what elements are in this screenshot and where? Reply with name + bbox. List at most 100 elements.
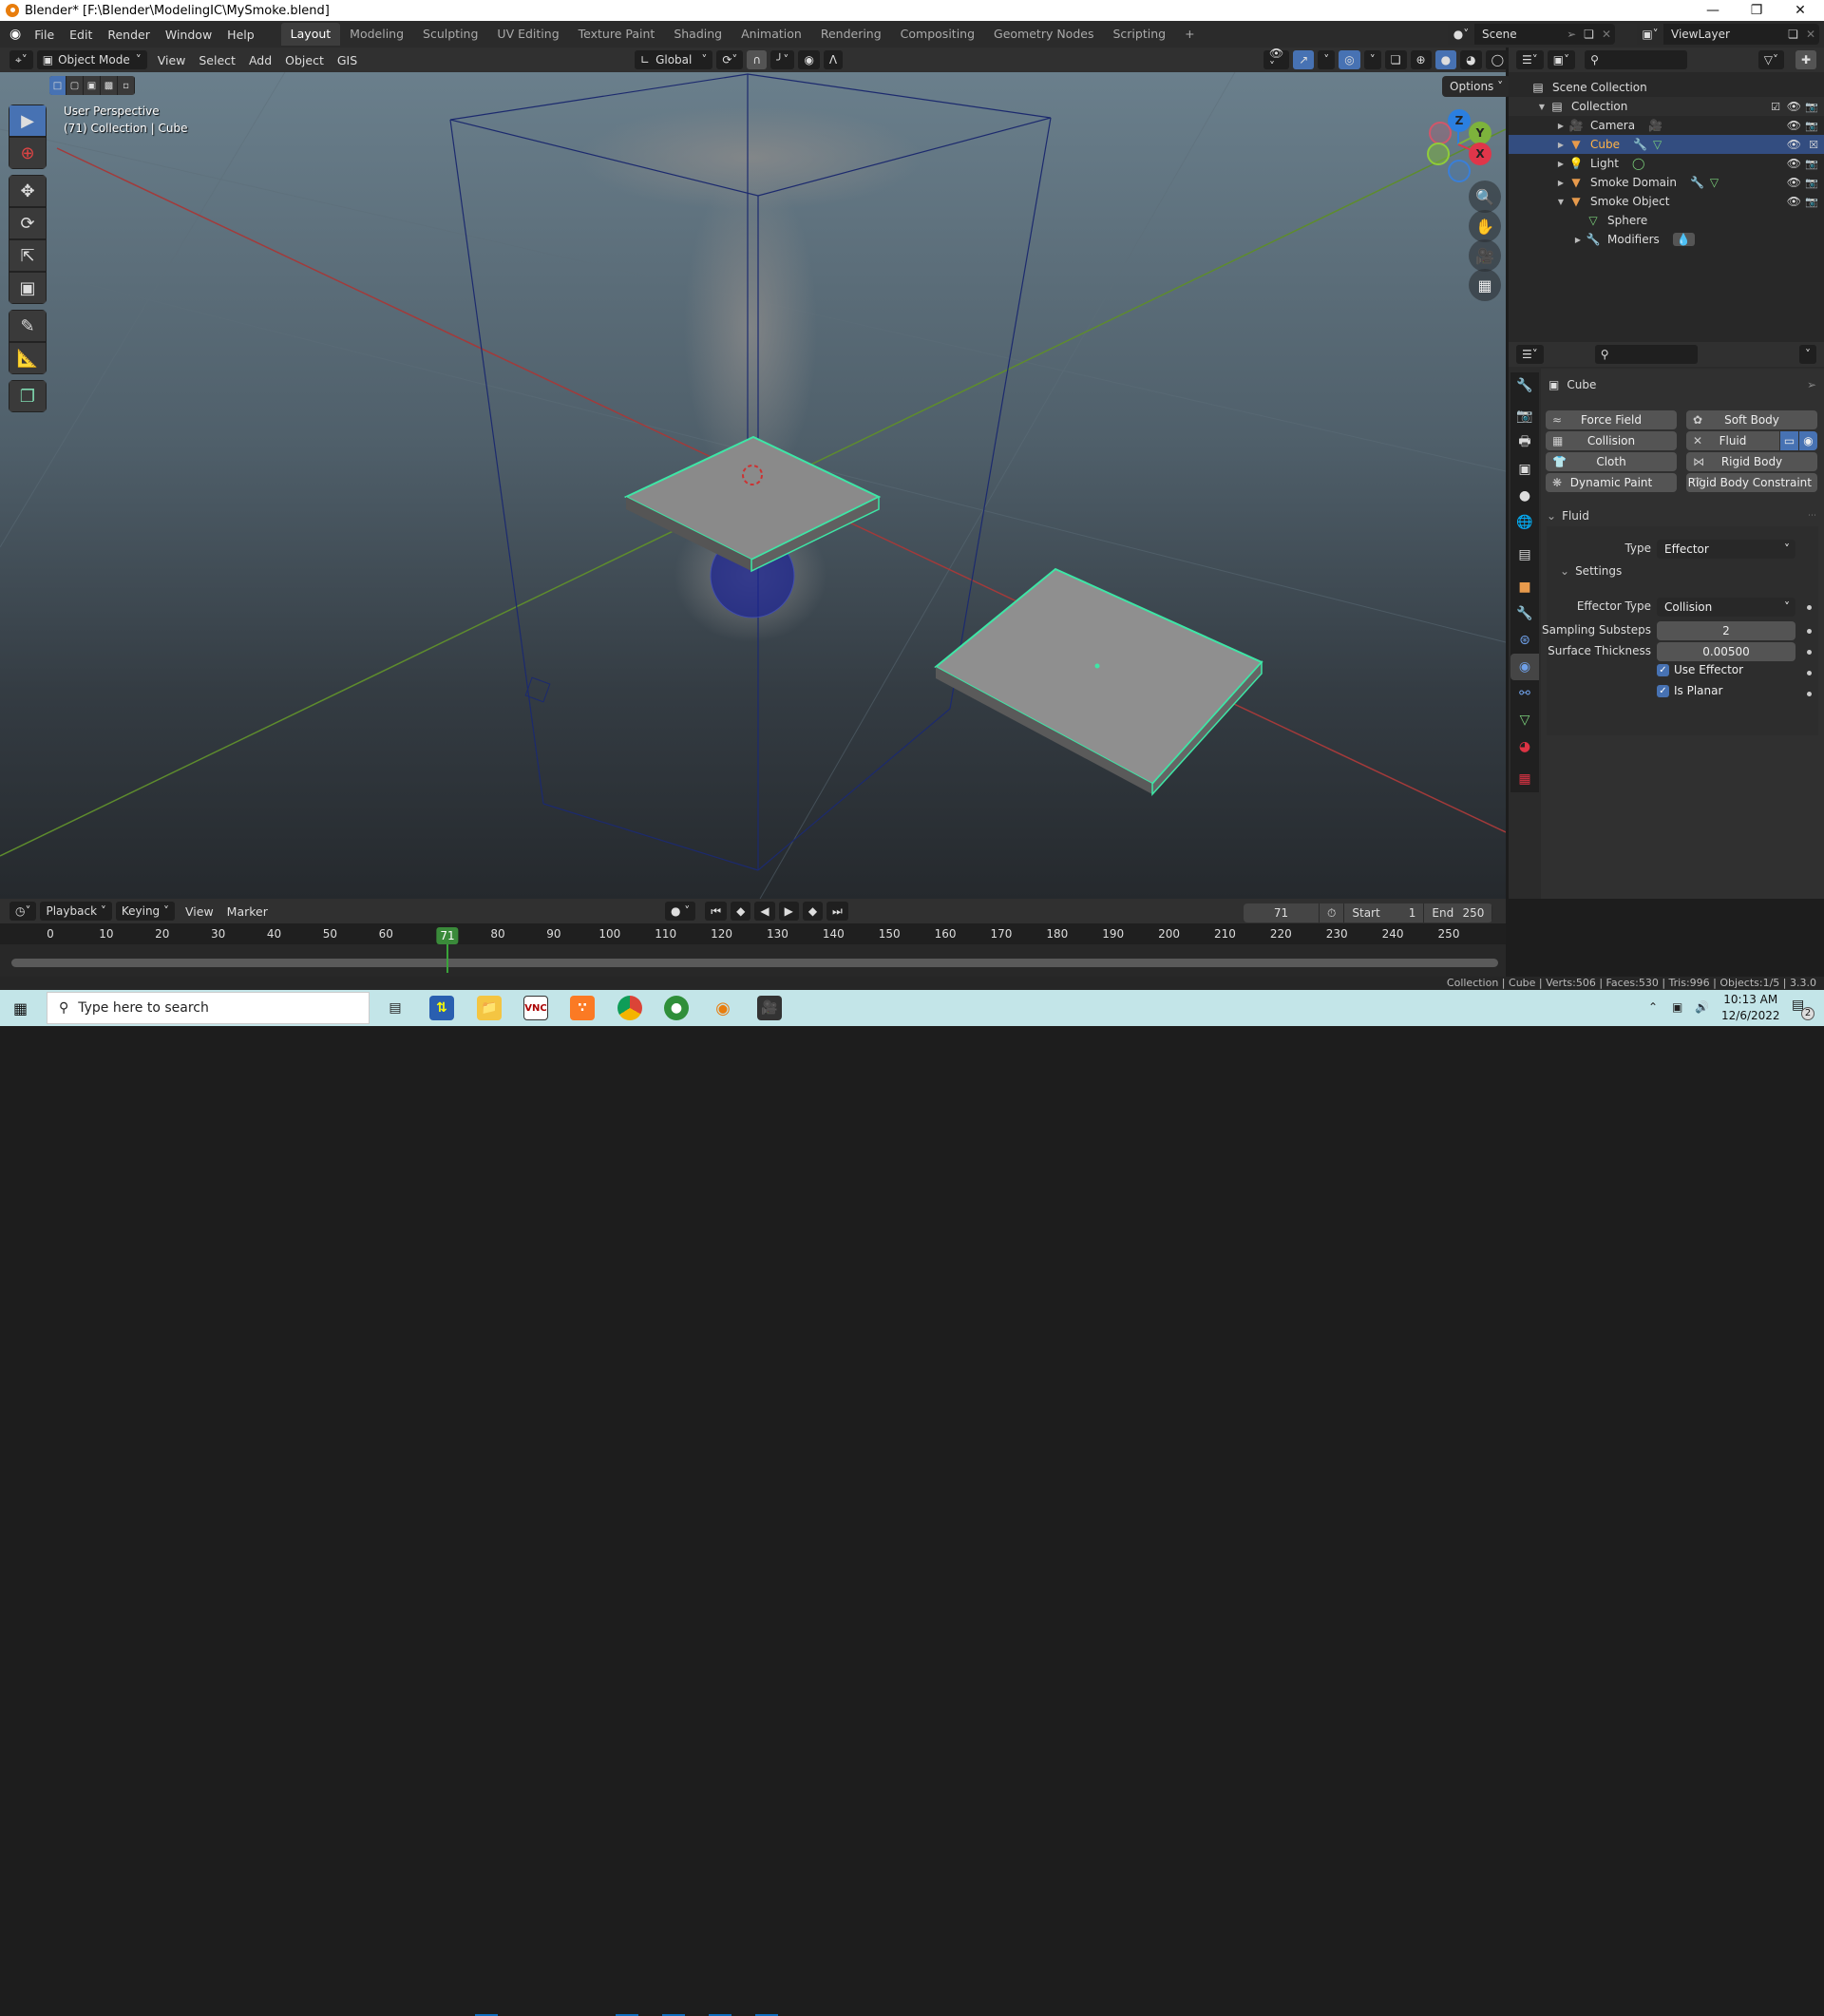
green-app-icon[interactable]: ● bbox=[664, 996, 689, 1020]
shading-solid[interactable]: ● bbox=[1434, 50, 1457, 69]
menu-select[interactable]: Select bbox=[192, 53, 242, 67]
restore-button[interactable]: ❐ bbox=[1735, 0, 1778, 21]
tab-compositing[interactable]: Compositing bbox=[891, 23, 984, 46]
auto-keying-toggle[interactable]: ● ˅ bbox=[665, 902, 696, 921]
ortho-toggle-button[interactable]: ▦ bbox=[1469, 269, 1501, 301]
light-data-icon[interactable]: ◯ bbox=[1632, 157, 1644, 170]
minimize-button[interactable]: — bbox=[1691, 0, 1735, 21]
stopwatch-icon[interactable]: ⏱ bbox=[1320, 903, 1345, 922]
cursor-tool[interactable]: ⊕ bbox=[9, 137, 47, 169]
outliner-item-smoke-object[interactable]: ▼ ▼ Smoke Object 👁 📷 bbox=[1509, 192, 1824, 211]
sampling-substeps-field[interactable]: 2 bbox=[1657, 621, 1796, 640]
outliner-item-collection[interactable]: ▼ ▤ Collection ☑ 👁 📷 bbox=[1509, 97, 1824, 116]
outliner-item-modifiers[interactable]: ▶ 🔧 Modifiers 💧 bbox=[1509, 230, 1824, 249]
menu-render[interactable]: Render bbox=[100, 28, 158, 42]
delete-scene-icon[interactable]: ✕ bbox=[1598, 28, 1615, 41]
outliner-item-sphere[interactable]: ▽ Sphere bbox=[1509, 211, 1824, 230]
meet-now-icon[interactable]: ▣ bbox=[1672, 1000, 1682, 1014]
pin-icon[interactable]: ➢ bbox=[1807, 378, 1816, 391]
jump-start-button[interactable]: ⏮ bbox=[705, 902, 728, 921]
play-button[interactable]: ▶ bbox=[778, 902, 799, 921]
render-camera-icon[interactable]: 📷 bbox=[1805, 196, 1818, 208]
render-camera-icon[interactable]: 📷 bbox=[1805, 158, 1818, 170]
menu-help[interactable]: Help bbox=[219, 28, 262, 42]
select-extend-icon[interactable]: ▢ bbox=[66, 76, 84, 95]
select-intersect-icon[interactable]: ▫ bbox=[118, 76, 135, 95]
annotate-tool[interactable]: ✎ bbox=[9, 310, 47, 342]
rotate-tool[interactable]: ⟳ bbox=[9, 207, 47, 239]
select-new-icon[interactable]: □ bbox=[49, 76, 66, 95]
expand-icon[interactable]: ▼ bbox=[1535, 103, 1548, 111]
menu-file[interactable]: File bbox=[27, 28, 62, 42]
gizmo-y-axis[interactable]: Y bbox=[1469, 122, 1492, 144]
tab-object[interactable]: ■ bbox=[1510, 574, 1539, 600]
expand-icon[interactable]: ▶ bbox=[1554, 160, 1568, 168]
outliner-search-input[interactable]: ⚲ bbox=[1585, 50, 1688, 69]
taskbar-clock[interactable]: 10:13 AM 12/6/2022 bbox=[1721, 992, 1780, 1024]
taskbar-search-input[interactable]: ⚲ Type here to search bbox=[47, 992, 370, 1024]
zoom-view-button[interactable]: 🔍 bbox=[1469, 181, 1501, 213]
fluid-type-dropdown[interactable]: Effector ˅ bbox=[1657, 540, 1796, 559]
shading-rendered[interactable]: ◯ bbox=[1485, 50, 1510, 69]
windows-start-icon[interactable]: ▦ bbox=[13, 999, 28, 1018]
timeline-scrollbar[interactable] bbox=[11, 959, 1498, 967]
menu-window[interactable]: Window bbox=[158, 28, 219, 42]
tab-uv-editing[interactable]: UV Editing bbox=[487, 23, 568, 46]
tab-data[interactable]: ▽ bbox=[1510, 707, 1539, 733]
gizmo-x-axis[interactable]: X bbox=[1469, 143, 1492, 165]
tab-layout[interactable]: Layout bbox=[280, 23, 341, 46]
move-tool[interactable]: ✥ bbox=[9, 175, 47, 207]
new-scene-icon[interactable]: ❏ bbox=[1580, 28, 1598, 41]
is-planar-checkbox[interactable]: ✓ Is Planar bbox=[1657, 684, 1722, 697]
select-subtract-icon[interactable]: ▣ bbox=[84, 76, 101, 95]
transform-orientation-dropdown[interactable]: ∟ Global ˅ bbox=[635, 50, 713, 69]
tab-scene[interactable]: ● bbox=[1510, 483, 1539, 509]
cloth-button[interactable]: 👕 Cloth bbox=[1546, 452, 1677, 471]
outliner-item-camera[interactable]: ▶ 🎥 Camera 🎥 👁 📷 bbox=[1509, 116, 1824, 135]
tab-tool[interactable]: 🔧 bbox=[1510, 372, 1539, 399]
effector-type-dropdown[interactable]: Collision ˅ bbox=[1657, 598, 1796, 617]
pivot-point-dropdown[interactable]: ⟳˅ bbox=[716, 50, 744, 69]
pin-icon[interactable]: ➢ bbox=[1563, 28, 1580, 41]
snap-target-dropdown[interactable]: ╯˅ bbox=[770, 50, 795, 69]
overlays-toggle[interactable]: ◎ bbox=[1339, 50, 1360, 69]
drag-handle-icon[interactable]: ⋯ bbox=[1808, 511, 1816, 521]
render-camera-icon[interactable]: 📷 bbox=[1805, 101, 1818, 113]
fluid-modifier-icon[interactable]: 💧 bbox=[1672, 233, 1695, 246]
outliner-editor-type[interactable]: ☰˅ bbox=[1516, 50, 1544, 69]
render-camera-icon[interactable]: 📷 bbox=[1805, 120, 1818, 132]
tab-texture[interactable]: ▦ bbox=[1510, 766, 1539, 792]
keyframe-dot[interactable] bbox=[1807, 650, 1812, 655]
display-mode-dropdown[interactable]: ▣˅ bbox=[1547, 50, 1576, 69]
visibility-eye-icon[interactable]: 👁 bbox=[1787, 138, 1801, 151]
dynamic-paint-button[interactable]: ❋ Dynamic Paint bbox=[1546, 473, 1677, 492]
tab-particles[interactable]: ⊛ bbox=[1510, 627, 1539, 654]
delete-view-layer-icon[interactable]: ✕ bbox=[1802, 28, 1819, 41]
visibility-eye-icon[interactable]: 👁 bbox=[1787, 195, 1801, 208]
start-frame-field[interactable]: Start 1 bbox=[1344, 903, 1425, 922]
visibility-dropdown[interactable]: 👁˅ bbox=[1264, 47, 1290, 73]
mode-selector[interactable]: ▣ Object Mode ˅ bbox=[36, 50, 147, 69]
fluid-remove-button[interactable]: ✕ Fluid bbox=[1686, 431, 1779, 450]
prev-keyframe-button[interactable]: ◆ bbox=[731, 902, 751, 921]
gizmo-toggle[interactable]: ↗ bbox=[1293, 50, 1315, 69]
exclude-checkbox[interactable]: ☑ bbox=[1771, 101, 1780, 113]
mesh-data-icon[interactable]: ▽ bbox=[1710, 176, 1719, 189]
gizmo-z-axis[interactable]: Z bbox=[1448, 109, 1471, 132]
use-effector-checkbox[interactable]: ✓ Use Effector bbox=[1657, 663, 1743, 676]
collapse-icon[interactable]: ▼ bbox=[1554, 198, 1568, 206]
select-box-tool[interactable]: ▶ bbox=[9, 105, 47, 137]
camera-data-icon[interactable]: 🎥 bbox=[1648, 119, 1662, 132]
snap-toggle[interactable]: ∩ bbox=[747, 50, 768, 69]
tab-rendering[interactable]: Rendering bbox=[811, 23, 891, 46]
select-invert-icon[interactable]: ▩ bbox=[101, 76, 118, 95]
tab-modeling[interactable]: Modeling bbox=[340, 23, 413, 46]
playhead-frame-indicator[interactable]: 71 bbox=[436, 927, 459, 944]
keyframe-dot[interactable] bbox=[1807, 671, 1812, 675]
modifier-wrench-icon[interactable]: 🔧 bbox=[1690, 176, 1704, 189]
visibility-eye-icon[interactable]: 👁 bbox=[1787, 119, 1801, 132]
menu-view[interactable]: View bbox=[151, 53, 193, 67]
show-hidden-icons[interactable]: ⌃ bbox=[1648, 1000, 1658, 1014]
render-camera-icon[interactable]: 📷 bbox=[1805, 177, 1818, 189]
keyframe-dot[interactable] bbox=[1807, 629, 1812, 634]
